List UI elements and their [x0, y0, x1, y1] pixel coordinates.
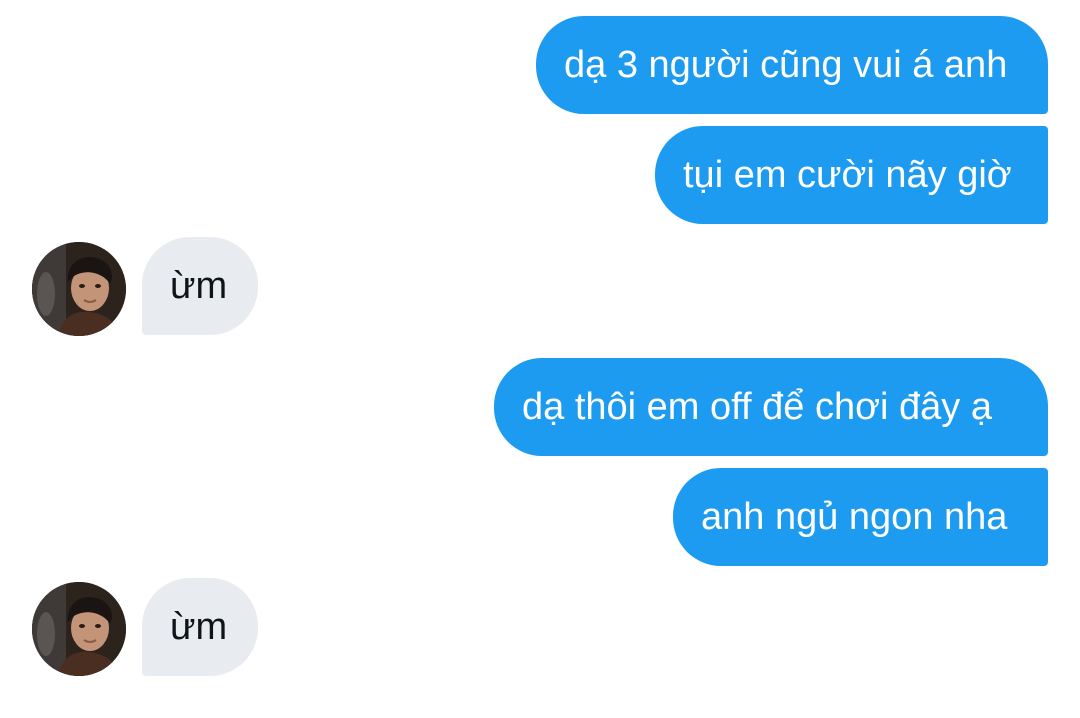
- avatar-photo: [32, 242, 126, 336]
- outgoing-message[interactable]: anh ngủ ngon nha: [673, 468, 1048, 566]
- incoming-message[interactable]: ừm: [142, 578, 258, 676]
- message-text: anh ngủ ngon nha: [701, 496, 1008, 538]
- outgoing-message[interactable]: tụi em cười nãy giờ: [655, 126, 1048, 224]
- outgoing-message[interactable]: dạ thôi em off để chơi đây ạ: [494, 358, 1048, 456]
- contact-avatar[interactable]: [32, 242, 126, 336]
- message-text: tụi em cười nãy giờ: [683, 154, 1012, 196]
- avatar-photo: [32, 582, 126, 676]
- contact-avatar[interactable]: [32, 582, 126, 676]
- message-text: dạ thôi em off để chơi đây ạ: [522, 386, 992, 428]
- outgoing-message[interactable]: dạ 3 người cũng vui á anh: [536, 16, 1048, 114]
- message-text: ừm: [170, 265, 228, 307]
- incoming-message[interactable]: ừm: [142, 237, 258, 335]
- message-text: ừm: [170, 606, 228, 648]
- message-text: dạ 3 người cũng vui á anh: [564, 44, 1008, 86]
